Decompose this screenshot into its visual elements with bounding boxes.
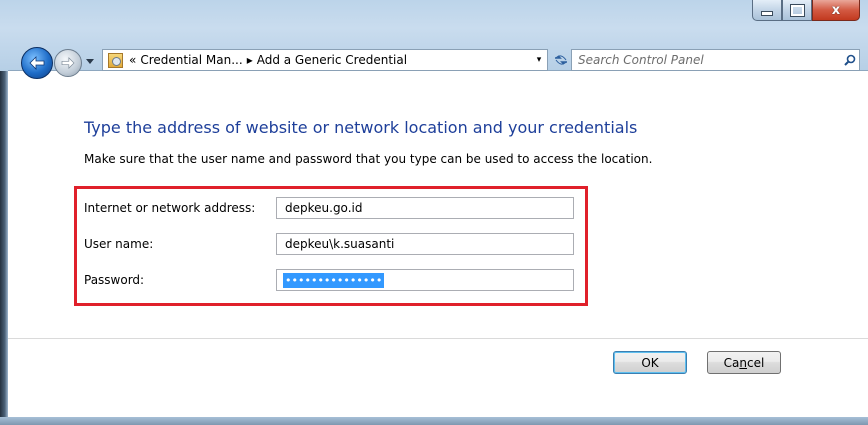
address-prefix[interactable]: « (129, 53, 136, 67)
cancel-button[interactable]: Ca n cel (707, 351, 781, 374)
breadcrumb-credential-manager[interactable]: Credential Man... (140, 53, 242, 67)
username-label: User name: (84, 237, 154, 251)
close-button[interactable]: x (812, 0, 860, 21)
back-arrow-icon (29, 56, 45, 70)
search-input[interactable] (572, 50, 841, 70)
close-icon: x (831, 2, 841, 18)
recent-pages-dropdown[interactable] (85, 55, 95, 69)
maximize-icon (789, 3, 805, 17)
ok-button[interactable]: OK (613, 351, 687, 374)
username-input[interactable]: depkeu\k.suasanti (276, 233, 574, 255)
search-icon[interactable] (841, 54, 859, 66)
window-left-frame (0, 71, 8, 425)
back-button[interactable] (21, 47, 53, 79)
address-dropdown[interactable]: ▾ (531, 55, 547, 65)
minimize-button[interactable] (752, 0, 782, 21)
button-divider (8, 338, 868, 339)
address-label: Internet or network address: (84, 201, 256, 215)
password-selection: ••••••••••••••• (283, 272, 385, 288)
breadcrumb-add-generic-credential[interactable]: Add a Generic Credential (257, 53, 407, 67)
search-box[interactable] (571, 49, 860, 71)
field-row-password: Password: (84, 269, 270, 291)
address-bar[interactable]: « Credential Man... ▸ Add a Generic Cred… (102, 49, 548, 71)
cancel-label-end: cel (747, 355, 765, 370)
maximize-button[interactable] (782, 0, 812, 21)
page-title: Type the address of website or network l… (84, 118, 638, 137)
cancel-label-start: Ca (723, 355, 740, 370)
instruction-text: Make sure that the user name and passwor… (84, 152, 653, 166)
control-panel-icon (108, 52, 123, 68)
breadcrumb-separator[interactable]: ▸ (247, 53, 253, 67)
forward-button[interactable] (54, 49, 82, 77)
window-bottom-frame (0, 417, 868, 425)
password-input[interactable]: ••••••••••••••• (276, 269, 574, 291)
caption-buttons: x (752, 0, 860, 22)
field-row-address: Internet or network address: (84, 197, 270, 219)
forward-arrow-icon (61, 57, 75, 69)
address-input[interactable]: depkeu.go.id (276, 197, 574, 219)
password-label: Password: (84, 273, 145, 287)
refresh-icon (555, 55, 567, 65)
minimize-icon (761, 10, 773, 16)
chevron-down-icon (86, 59, 94, 64)
cancel-mnemonic: n (739, 355, 747, 370)
refresh-button[interactable] (550, 49, 572, 71)
field-row-username: User name: (84, 233, 270, 255)
